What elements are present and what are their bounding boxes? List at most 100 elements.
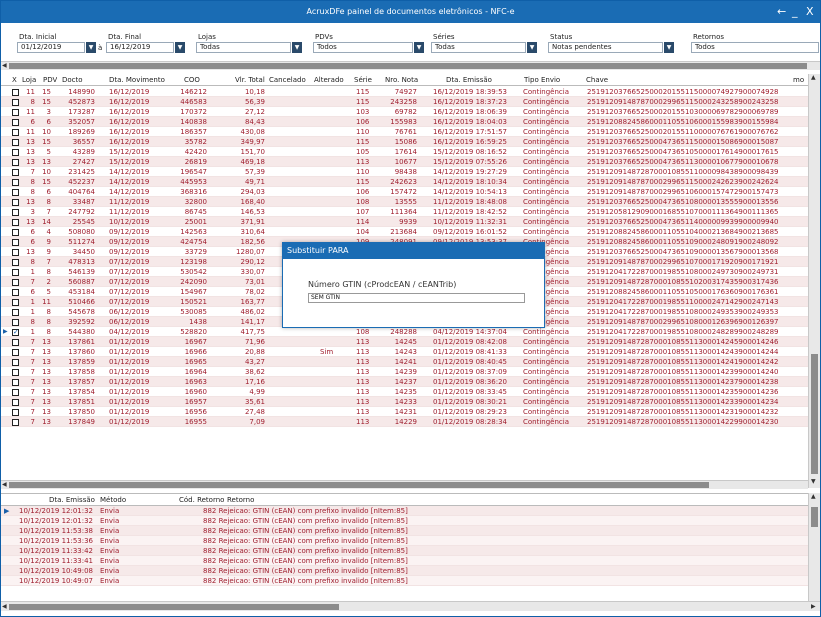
minimize-icon[interactable]: _ bbox=[792, 5, 798, 18]
scroll-thumb[interactable] bbox=[811, 354, 818, 474]
scroll-thumb[interactable] bbox=[9, 482, 709, 488]
list-item[interactable]: 10/12/2019 11:53:36 Envia 882 Rejeicao: GT… bbox=[1, 536, 808, 546]
grid-horizontal-scrollbar[interactable]: ◀ bbox=[1, 480, 808, 489]
col-header-metodo[interactable]: Método bbox=[100, 496, 126, 504]
list-item[interactable]: 10/12/2019 10:49:08 Envia 882 Rejeicao: GT… bbox=[1, 566, 808, 576]
list-item[interactable]: 10/12/2019 11:33:42 Envia 882 Rejeicao: GT… bbox=[1, 546, 808, 556]
table-row[interactable]: 7 13 137858 01/12/2019 16964 38,62 113 14239 01/… bbox=[1, 367, 808, 377]
scroll-up-icon[interactable]: ▲ bbox=[811, 493, 816, 500]
table-row[interactable]: 13 14 25545 10/12/2019 25001 371,91 114 9939 10/… bbox=[1, 217, 808, 227]
row-checkbox[interactable] bbox=[12, 239, 19, 246]
col-header-coo[interactable]: COO bbox=[184, 76, 200, 84]
list-item[interactable]: 10/12/2019 11:33:41 Envia 882 Rejeicao: GT… bbox=[1, 556, 808, 566]
row-checkbox[interactable] bbox=[12, 219, 19, 226]
scroll-thumb[interactable] bbox=[811, 507, 818, 527]
series-select[interactable]: Todas bbox=[431, 42, 526, 53]
gtin-input[interactable]: SEM GTIN bbox=[308, 293, 525, 303]
row-checkbox[interactable] bbox=[12, 399, 19, 406]
table-row[interactable]: 3 7 247792 11/12/2019 86745 146,53 107 111364 11… bbox=[1, 207, 808, 217]
table-row[interactable]: 11 3 173287 16/12/2019 170372 27,12 103 69782 16… bbox=[1, 107, 808, 117]
scroll-thumb[interactable] bbox=[9, 604, 339, 610]
row-checkbox[interactable] bbox=[12, 259, 19, 266]
scroll-thumb[interactable] bbox=[9, 63, 807, 69]
row-checkbox[interactable] bbox=[12, 149, 19, 156]
col-header-nro-nota[interactable]: Nro. Nota bbox=[385, 76, 418, 84]
table-row[interactable]: 8 15 452873 16/12/2019 446583 56,39 115 243258 1… bbox=[1, 97, 808, 107]
row-checkbox[interactable] bbox=[12, 269, 19, 276]
scroll-left-icon[interactable]: ◀ bbox=[2, 481, 7, 488]
row-checkbox[interactable] bbox=[12, 99, 19, 106]
back-icon[interactable]: ← bbox=[777, 5, 786, 18]
table-row[interactable]: 7 13 137854 01/12/2019 16960 4,99 113 14235 01/1… bbox=[1, 387, 808, 397]
row-checkbox[interactable] bbox=[12, 349, 19, 356]
row-checkbox[interactable] bbox=[12, 279, 19, 286]
col-header-cod-retorno[interactable]: Cód. Retorno bbox=[179, 496, 224, 504]
row-checkbox[interactable] bbox=[12, 119, 19, 126]
data-inicial-dropdown-icon[interactable]: ▼ bbox=[86, 42, 96, 53]
series-dropdown-icon[interactable]: ▼ bbox=[527, 42, 537, 53]
table-row[interactable]: 7 13 137851 01/12/2019 16957 35,61 113 14233 01/… bbox=[1, 397, 808, 407]
table-row[interactable]: 13 8 33487 11/12/2019 32800 168,40 108 13555 11/… bbox=[1, 197, 808, 207]
col-header-dta-movimento[interactable]: Dta. Movimento bbox=[109, 76, 165, 84]
scroll-down-icon[interactable]: ▼ bbox=[811, 478, 816, 485]
scroll-right-icon[interactable]: ▶ bbox=[811, 603, 816, 610]
pdvs-select[interactable]: Todos bbox=[313, 42, 413, 53]
data-final-field[interactable]: 16/12/2019 bbox=[106, 42, 174, 53]
table-row[interactable]: 11 10 189269 16/12/2019 186357 430,08 110 76761… bbox=[1, 127, 808, 137]
row-checkbox[interactable] bbox=[12, 389, 19, 396]
col-header-chave[interactable]: Chave bbox=[586, 76, 608, 84]
table-row[interactable]: 6 6 352057 16/12/2019 140838 84,43 106 155983 16… bbox=[1, 117, 808, 127]
col-header-pdv[interactable]: PDV bbox=[43, 76, 57, 84]
list-item[interactable]: 10/12/2019 11:53:38 Envia 882 Rejeicao: GT… bbox=[1, 526, 808, 536]
status-dropdown-icon[interactable]: ▼ bbox=[664, 42, 674, 53]
row-checkbox[interactable] bbox=[12, 109, 19, 116]
lojas-select[interactable]: Todas bbox=[196, 42, 291, 53]
status-select[interactable]: Notas pendentes bbox=[548, 42, 663, 53]
col-header-alterado[interactable]: Alterado bbox=[314, 76, 344, 84]
row-checkbox[interactable] bbox=[12, 339, 19, 346]
table-row[interactable]: 11 15 148990 16/12/2019 146212 10,18 115 74927 1… bbox=[1, 87, 808, 97]
row-checkbox[interactable] bbox=[12, 409, 19, 416]
scroll-left-icon[interactable]: ◀ bbox=[2, 62, 7, 69]
scroll-left-icon[interactable]: ◀ bbox=[2, 603, 7, 610]
row-checkbox[interactable] bbox=[12, 249, 19, 256]
row-checkbox[interactable] bbox=[12, 299, 19, 306]
table-row[interactable]: 7 13 137859 01/12/2019 16965 43,27 113 14241 01/… bbox=[1, 357, 808, 367]
col-header-x[interactable]: X bbox=[12, 76, 17, 84]
row-checkbox[interactable] bbox=[12, 327, 19, 337]
table-row[interactable]: 13 15 36557 16/12/2019 35782 349,97 115 15086 16… bbox=[1, 137, 808, 147]
pdvs-dropdown-icon[interactable]: ▼ bbox=[414, 42, 424, 53]
col-header-cancelado[interactable]: Cancelado bbox=[269, 76, 306, 84]
table-row[interactable]: 7 13 137850 01/12/2019 16956 27,48 113 14231 01/… bbox=[1, 407, 808, 417]
row-checkbox[interactable] bbox=[12, 289, 19, 296]
row-checkbox[interactable] bbox=[12, 169, 19, 176]
lojas-dropdown-icon[interactable]: ▼ bbox=[292, 42, 302, 53]
table-row[interactable]: 7 13 137860 01/12/2019 16966 20,88 Sim 113 14243… bbox=[1, 347, 808, 357]
table-row[interactable]: 7 13 137861 01/12/2019 16967 71,96 113 14245 01/… bbox=[1, 337, 808, 347]
table-row[interactable]: 7 10 231425 14/12/2019 196547 57,39 110 98438 14… bbox=[1, 167, 808, 177]
row-checkbox[interactable] bbox=[12, 229, 19, 236]
row-checkbox[interactable] bbox=[12, 209, 19, 216]
row-checkbox[interactable] bbox=[12, 309, 19, 316]
retornos-horizontal-scrollbar[interactable]: ◀ ▶ bbox=[1, 601, 820, 611]
row-checkbox[interactable] bbox=[12, 369, 19, 376]
row-checkbox[interactable] bbox=[12, 89, 19, 96]
col-header-loja[interactable]: Loja bbox=[22, 76, 36, 84]
data-final-dropdown-icon[interactable]: ▼ bbox=[175, 42, 185, 53]
retornos-select[interactable]: Todos bbox=[691, 42, 819, 53]
row-checkbox[interactable] bbox=[12, 359, 19, 366]
row-checkbox[interactable] bbox=[12, 189, 19, 196]
table-row[interactable]: 13 13 27427 15/12/2019 26819 469,18 113 10677 15… bbox=[1, 157, 808, 167]
list-item[interactable]: 10/12/2019 10:49:07 Envia 882 Rejeicao: GT… bbox=[1, 576, 808, 586]
row-checkbox[interactable] bbox=[12, 179, 19, 186]
close-icon[interactable]: X bbox=[806, 5, 814, 18]
row-checkbox[interactable] bbox=[12, 319, 19, 326]
row-checkbox[interactable] bbox=[12, 199, 19, 206]
table-row[interactable]: 13 5 43289 15/12/2019 42420 151,70 105 17614 15/… bbox=[1, 147, 808, 157]
row-checkbox[interactable] bbox=[12, 379, 19, 386]
grid-vertical-scrollbar[interactable]: ▲ ▼ bbox=[808, 74, 820, 488]
col-header-docto[interactable]: Docto bbox=[62, 76, 83, 84]
retornos-vertical-scrollbar[interactable]: ▲ bbox=[808, 493, 820, 601]
col-header-serie[interactable]: Série bbox=[354, 76, 372, 84]
top-horizontal-scrollbar[interactable]: ◀ bbox=[1, 61, 820, 70]
